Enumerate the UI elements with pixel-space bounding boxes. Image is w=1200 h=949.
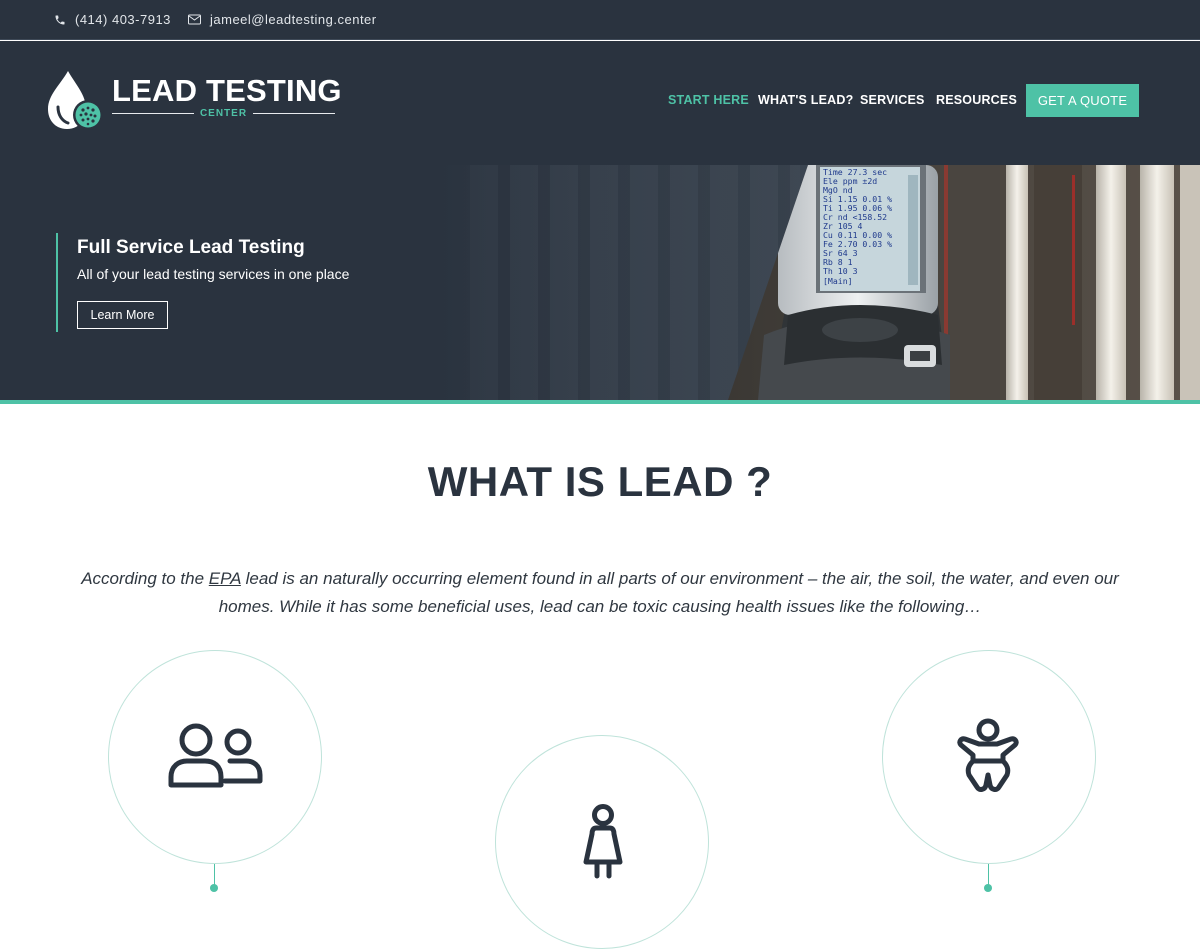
hero-heading: Full Service Lead Testing — [77, 237, 305, 258]
xrf-analyzer-image: Time 27.3 sec Ele ppm ±2d MgO nd Si 1.15… — [728, 165, 1200, 400]
connector-dot-3 — [984, 884, 992, 892]
email-address: jameel@leadtesting.center — [210, 12, 377, 27]
brand-tagline: CENTER — [199, 107, 248, 119]
hero-banner: Time 27.3 sec Ele ppm ±2d MgO nd Si 1.15… — [0, 165, 1200, 400]
connector-dot-1 — [210, 884, 218, 892]
site-logo[interactable]: LEAD TESTING CENTER — [46, 69, 346, 133]
brand-name: LEAD TESTING — [112, 73, 342, 108]
nav-resources[interactable]: RESOURCES — [936, 93, 1017, 107]
phone-link[interactable]: (414) 403-7913 — [54, 12, 171, 27]
feature-circle-adults — [108, 650, 322, 864]
epa-link[interactable]: EPA — [209, 569, 241, 588]
top-contact-bar: (414) 403-7913 jameel@leadtesting.center — [0, 0, 1200, 40]
tagline-rule-left — [112, 112, 194, 114]
intro-text-start: According to the — [81, 569, 209, 588]
hero-accent-bar — [56, 233, 58, 332]
hero-photo-analyzer: Time 27.3 sec Ele ppm ±2d MgO nd Si 1.15… — [728, 165, 1200, 400]
section-title: WHAT IS LEAD ? — [427, 458, 773, 505]
brand-tagline-row: CENTER — [112, 107, 335, 119]
screen-line: Th 10 3 — [823, 266, 858, 276]
get-a-quote-button[interactable]: GET A QUOTE — [1026, 84, 1139, 117]
learn-more-button[interactable]: Learn More — [77, 301, 168, 329]
phone-number: (414) 403-7913 — [75, 12, 171, 27]
site-header: LEAD TESTING CENTER START HERE WHAT'S LE… — [0, 41, 1200, 165]
woman-icon — [583, 804, 623, 879]
hero-bottom-accent-line — [0, 400, 1200, 404]
feature-circle-pregnant-women — [495, 735, 709, 949]
water-drop-logo-icon — [48, 71, 103, 130]
section-intro: According to the EPA lead is an naturall… — [70, 565, 1130, 620]
people-icon — [168, 723, 263, 788]
intro-text-end: lead is an naturally occurring element f… — [218, 569, 1119, 616]
tagline-rule-right — [253, 112, 335, 114]
connector-line-1 — [214, 864, 215, 886]
hero-subheading: All of your lead testing services in one… — [77, 266, 350, 282]
nav-start-here[interactable]: START HERE — [668, 93, 749, 107]
nav-whats-lead[interactable]: WHAT'S LEAD? — [758, 93, 853, 107]
connector-line-3 — [988, 864, 989, 886]
email-link[interactable]: jameel@leadtesting.center — [188, 12, 377, 27]
phone-icon — [55, 15, 65, 24]
nav-services[interactable]: SERVICES — [860, 93, 925, 107]
envelope-icon — [188, 14, 201, 25]
feature-circle-children — [882, 650, 1096, 864]
baby-icon — [957, 718, 1019, 792]
screen-line: [Main] — [823, 276, 853, 286]
